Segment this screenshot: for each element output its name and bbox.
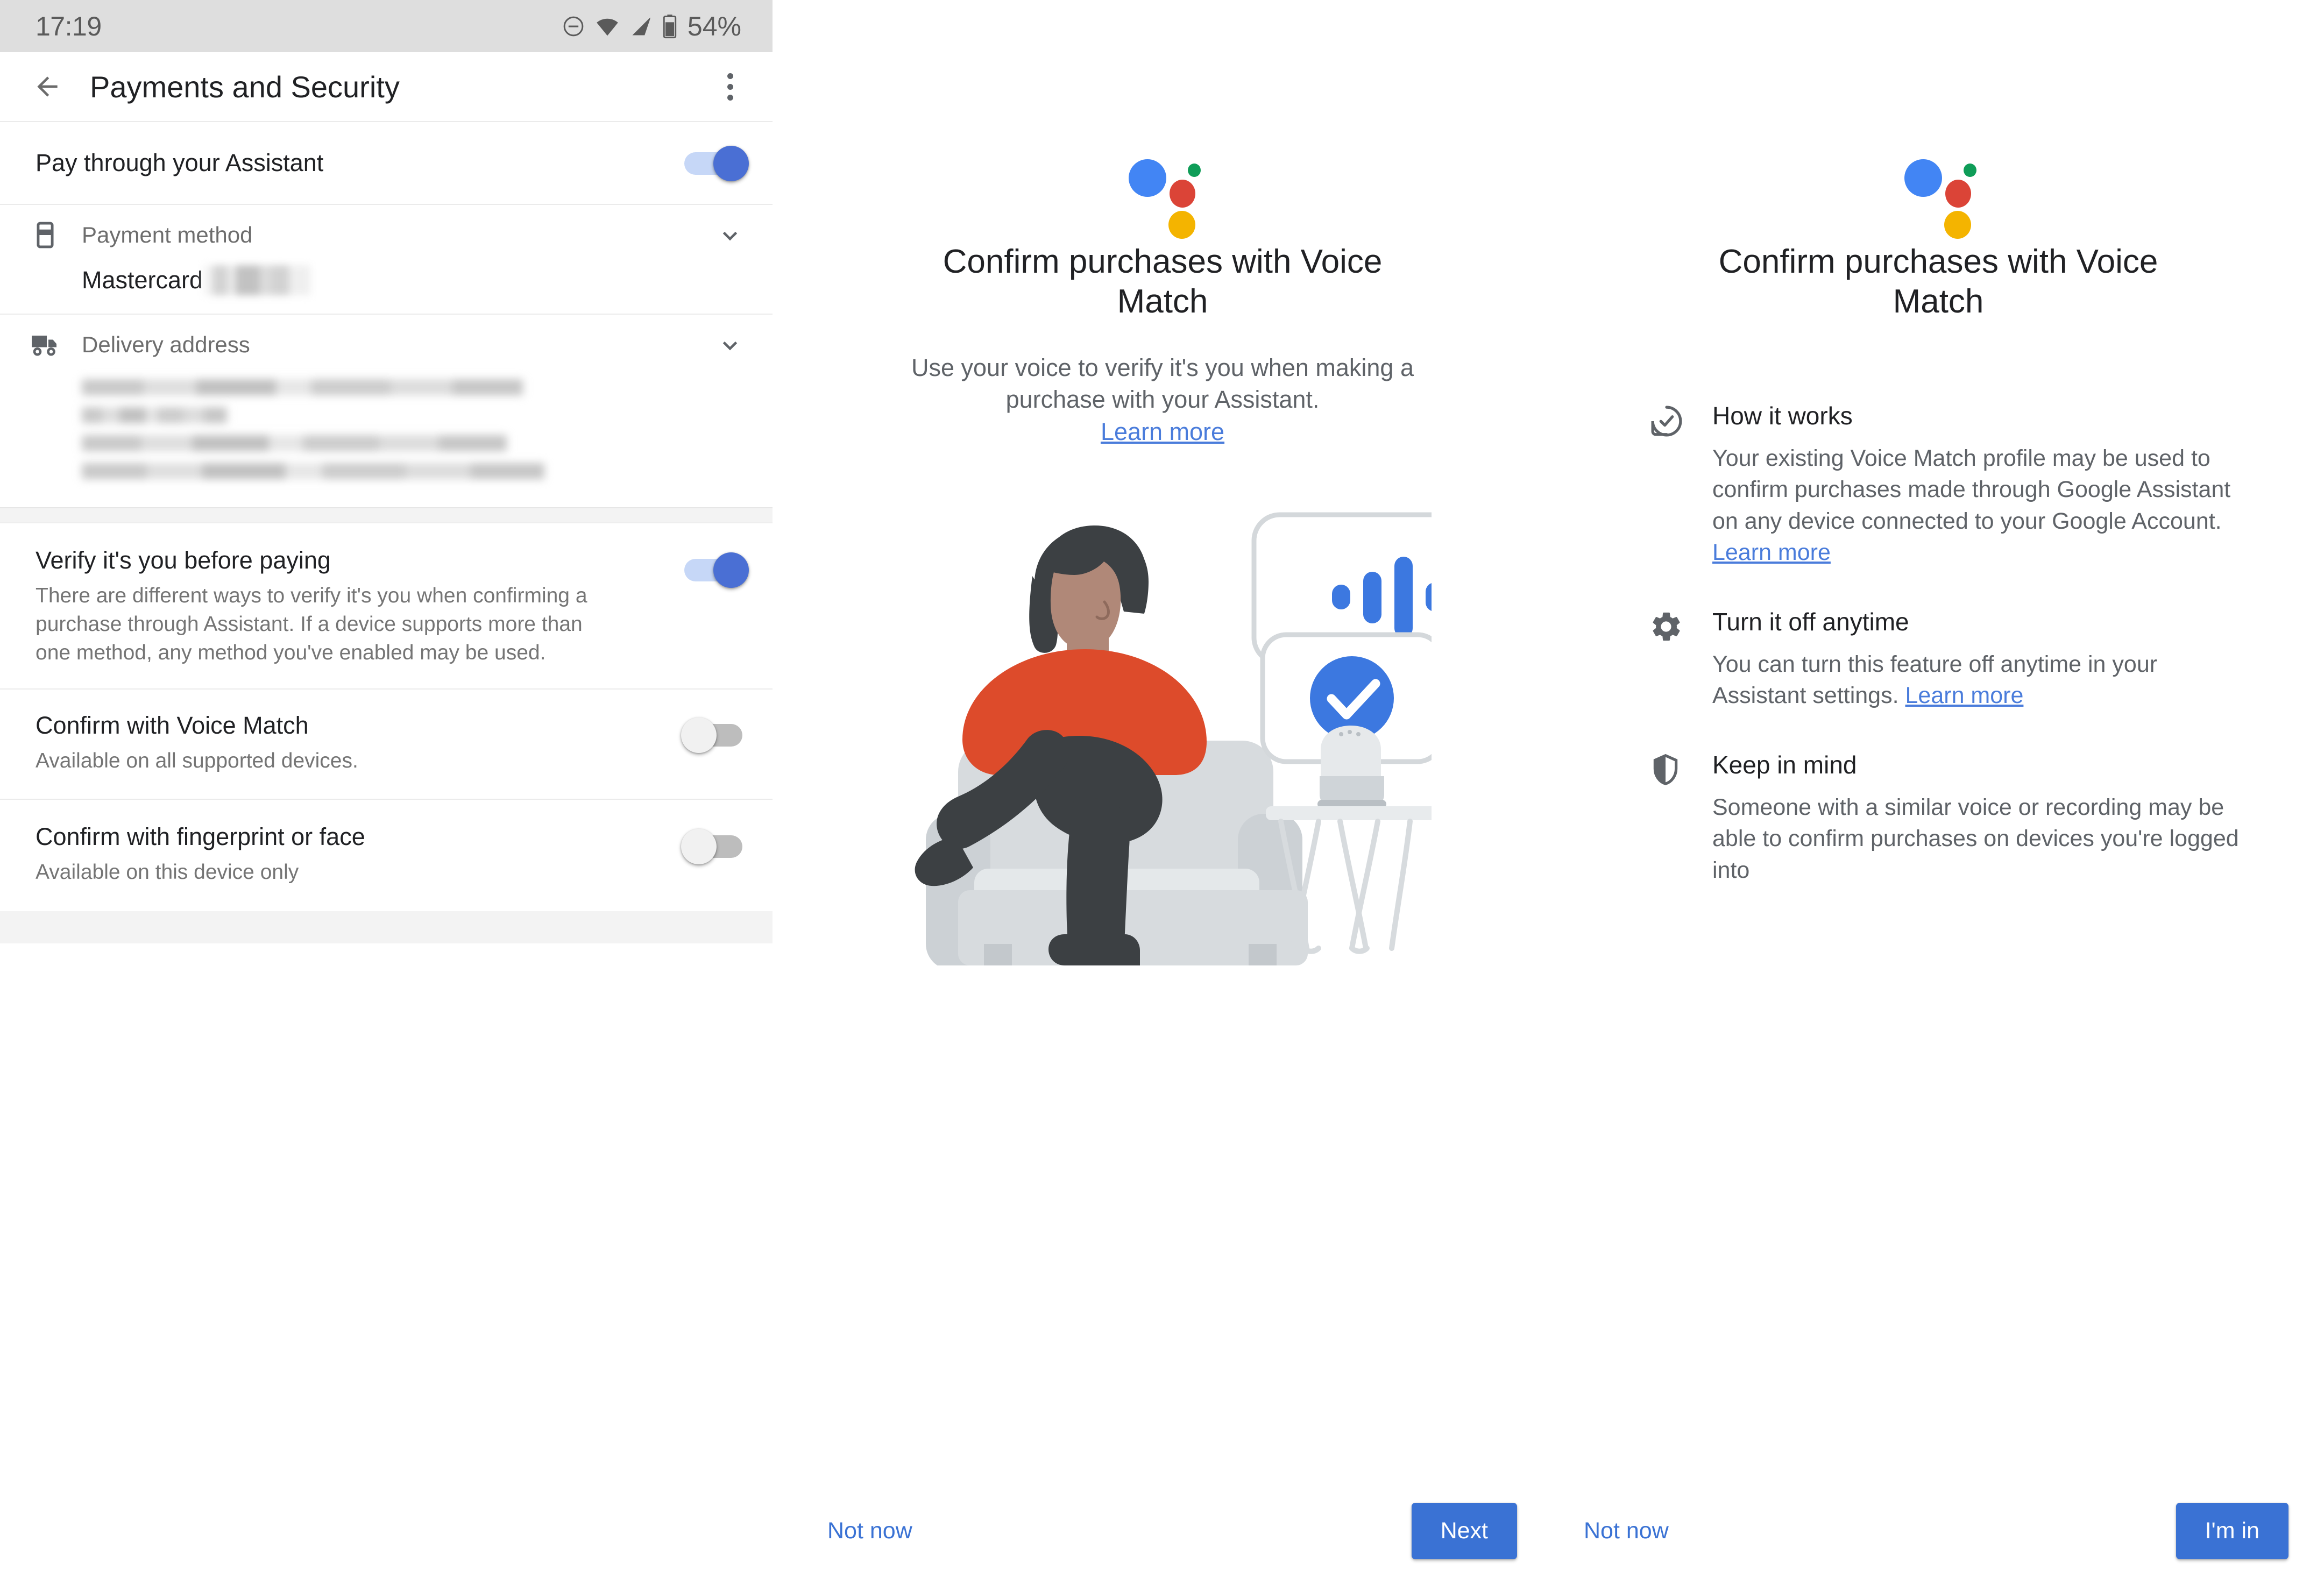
- section-body: Keep in mind Someone with a similar voic…: [1703, 750, 2250, 886]
- section-learn-more-link[interactable]: Learn more: [1712, 539, 1831, 565]
- toggle-thumb: [681, 828, 717, 864]
- payment-method-label: Payment method: [82, 222, 253, 247]
- panel-payments-and-security: 17:19 54% Payments and Security Pay thro…: [0, 0, 773, 1577]
- setting-title: Confirm with Voice Match: [36, 711, 309, 739]
- intro-title: Confirm purchases with Voice Match: [943, 243, 1383, 320]
- toggle-verify-before-paying[interactable]: [681, 549, 749, 590]
- screenshot-root: 17:19 54% Payments and Security Pay thro…: [0, 0, 2324, 1577]
- card-brand: Mastercard: [82, 266, 203, 294]
- battery-percentage: 54%: [687, 11, 741, 41]
- page-title: Payments and Security: [90, 69, 400, 104]
- chevron-down-icon[interactable]: [711, 331, 749, 359]
- setting-confirm-fingerprint-or-face[interactable]: Confirm with fingerprint or face Availab…: [0, 799, 773, 911]
- app-bar: Payments and Security: [0, 52, 773, 121]
- setting-texts: Verify it's you before paying There are …: [36, 546, 681, 667]
- toggle-confirm-voice-match[interactable]: [681, 714, 749, 755]
- setting-verify-before-paying[interactable]: Verify it's you before paying There are …: [0, 523, 773, 688]
- section-separator: [0, 507, 773, 523]
- section-body: How it works Your existing Voice Match p…: [1703, 401, 2250, 569]
- google-assistant-logo-icon: [1903, 156, 1976, 239]
- status-bar: 17:19 54%: [0, 0, 773, 52]
- setting-confirm-voice-match[interactable]: Confirm with Voice Match Available on al…: [0, 689, 773, 799]
- payment-method-header[interactable]: Payment method: [25, 205, 749, 265]
- check-circle-icon: [1649, 401, 1703, 439]
- chevron-down-icon[interactable]: [711, 221, 749, 249]
- not-now-button[interactable]: Not now: [824, 1512, 916, 1550]
- gear-icon: [1649, 607, 1703, 644]
- google-home-speaker: [1317, 726, 1386, 809]
- do-not-disturb-icon: [562, 15, 585, 38]
- settings-footer-spacer: [0, 911, 773, 943]
- toggle-thumb: [713, 146, 749, 181]
- overflow-menu-icon[interactable]: [711, 66, 749, 107]
- details-sections: How it works Your existing Voice Match p…: [1626, 401, 2250, 886]
- im-in-button[interactable]: I'm in: [2176, 1502, 2288, 1559]
- next-button[interactable]: Next: [1411, 1502, 1517, 1559]
- intro-learn-more-link[interactable]: Learn more: [1101, 418, 1224, 445]
- panel-voice-match-intro: Confirm purchases with Voice Match Use y…: [773, 0, 1553, 1577]
- back-arrow-icon[interactable]: [27, 66, 68, 107]
- section-title: How it works: [1712, 401, 1853, 430]
- intro-subtitle-text: Use your voice to verify it's you when m…: [911, 353, 1414, 414]
- setting-pay-through-assistant[interactable]: Pay through your Assistant: [0, 122, 773, 204]
- toggle-pay-through-assistant[interactable]: [681, 143, 749, 183]
- setting-delivery-address[interactable]: Delivery address: [0, 315, 773, 507]
- payment-method-value-row: Mastercard: [25, 265, 749, 314]
- setting-payment-method[interactable]: Payment method Mastercard: [0, 205, 773, 314]
- setting-title: Verify it's you before paying: [36, 546, 331, 574]
- section-turn-it-off-anytime: Turn it off anytime You can turn this fe…: [1649, 607, 2250, 712]
- setting-subtitle: Available on this device only: [36, 860, 299, 884]
- setting-subtitle: Available on all supported devices.: [36, 749, 358, 772]
- panel-voice-match-details: Confirm purchases with Voice Match How i…: [1553, 0, 2324, 1577]
- delivery-truck-icon: [25, 329, 66, 361]
- section-text: Someone with a similar voice or recordin…: [1712, 794, 2239, 883]
- settings-list: Pay through your Assistant Payment metho…: [0, 121, 773, 1577]
- setting-title: Confirm with fingerprint or face: [36, 822, 365, 850]
- setting-texts: Confirm with Voice Match Available on al…: [36, 711, 681, 775]
- section-title: Keep in mind: [1712, 750, 1857, 779]
- setting-texts: Pay through your Assistant: [36, 148, 681, 178]
- details-action-bar: Not now I'm in: [1553, 1484, 2324, 1577]
- section-keep-in-mind: Keep in mind Someone with a similar voic…: [1649, 750, 2250, 886]
- delivery-address-header[interactable]: Delivery address: [25, 315, 749, 375]
- payment-method-value: Mastercard: [82, 265, 749, 295]
- redacted-delivery-address: [82, 375, 749, 479]
- section-how-it-works: How it works Your existing Voice Match p…: [1649, 401, 2250, 569]
- intro-action-bar: Not now Next: [773, 1484, 1553, 1577]
- not-now-button[interactable]: Not now: [1581, 1512, 1672, 1550]
- section-learn-more-link[interactable]: Learn more: [1905, 683, 2024, 708]
- shield-icon: [1649, 750, 1703, 786]
- delivery-address-value-row: [25, 375, 749, 507]
- voice-match-illustration: [894, 481, 1432, 966]
- setting-subtitle: There are different ways to verify it's …: [36, 584, 587, 664]
- status-bar-clock: 17:19: [36, 11, 102, 41]
- toggle-thumb: [713, 552, 749, 588]
- section-text-wrap: Your existing Voice Match profile may be…: [1712, 443, 2250, 569]
- section-body: Turn it off anytime You can turn this fe…: [1703, 607, 2250, 712]
- section-text: Your existing Voice Match profile may be…: [1712, 445, 2231, 534]
- details-title: Confirm purchases with Voice Match: [1718, 243, 2158, 320]
- toggle-confirm-fingerprint-or-face[interactable]: [681, 826, 749, 866]
- cellular-signal-icon: [629, 15, 653, 38]
- section-text-wrap: Someone with a similar voice or recordin…: [1712, 792, 2250, 886]
- battery-icon: [662, 14, 677, 39]
- google-assistant-logo-icon: [1128, 156, 1201, 239]
- status-bar-icons: 54%: [562, 11, 741, 42]
- intro-subtitle: Use your voice to verify it's you when m…: [894, 352, 1432, 449]
- section-text-wrap: You can turn this feature off anytime in…: [1712, 649, 2250, 712]
- setting-texts: Confirm with fingerprint or face Availab…: [36, 822, 681, 886]
- toggle-thumb: [681, 717, 717, 753]
- delivery-address-label: Delivery address: [82, 332, 250, 357]
- wifi-icon: [594, 15, 620, 38]
- redacted-card-number: [204, 265, 311, 295]
- setting-title: Pay through your Assistant: [36, 148, 324, 176]
- section-title: Turn it off anytime: [1712, 607, 1909, 636]
- credit-card-icon: [25, 220, 66, 250]
